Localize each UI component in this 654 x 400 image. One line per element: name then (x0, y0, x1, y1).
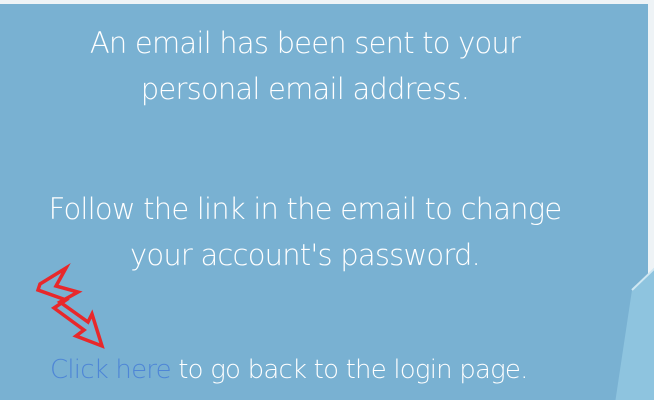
message-line-4: your account's password. (130, 238, 481, 272)
message-line-3: Follow the link in the email to change (48, 192, 563, 226)
follow-link-message: Follow the link in the email to change y… (0, 186, 610, 278)
password-reset-panel: An email has been sent to your personal … (0, 0, 654, 400)
top-edge (0, 0, 654, 4)
click-here-link[interactable]: Click here (50, 355, 172, 385)
message-line-2: personal email address. (140, 72, 470, 106)
back-to-login-text: to go back to the login page. (170, 355, 528, 385)
message-line-1: An email has been sent to your (89, 26, 521, 60)
right-edge (648, 0, 654, 400)
email-sent-message: An email has been sent to your personal … (0, 20, 610, 112)
back-to-login-line: Click here to go back to the login page. (50, 350, 650, 390)
